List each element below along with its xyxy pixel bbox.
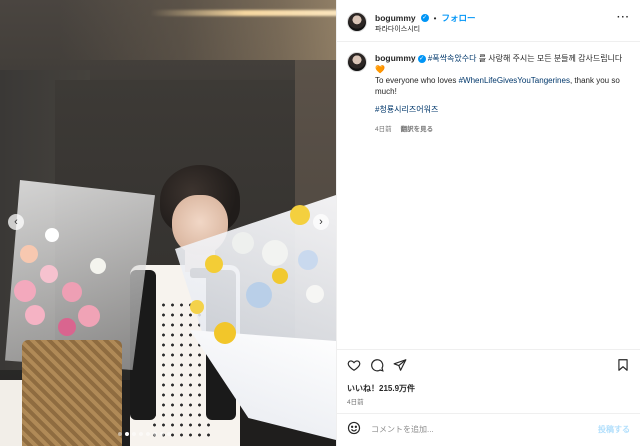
- flower-white: [90, 258, 106, 274]
- flower-yellow: [290, 205, 310, 225]
- smile-icon[interactable]: [347, 421, 361, 435]
- hashtag-link[interactable]: #청룡시리즈어워즈: [375, 105, 438, 114]
- carousel-dot: [139, 432, 143, 436]
- location-link[interactable]: 파라다이스시티: [375, 24, 420, 34]
- carousel-dot: [146, 432, 150, 436]
- flower-yellow: [272, 268, 288, 284]
- flower-pink: [40, 265, 58, 283]
- bookmark-icon[interactable]: [616, 358, 630, 372]
- chevron-right-icon[interactable]: ›: [313, 214, 329, 230]
- carousel-dot: [153, 432, 157, 436]
- carousel-dot: [160, 432, 164, 436]
- hashtag-link[interactable]: #WhenLifeGivesYouTangerines: [459, 76, 570, 85]
- post-header: bogummy ✓ • フォロー: [375, 12, 475, 24]
- flower-peach: [20, 245, 38, 263]
- carousel-dot: [125, 432, 129, 436]
- flower-white: [306, 285, 324, 303]
- hashtag-link[interactable]: #폭싹속았수다: [428, 54, 477, 63]
- caption-meta: 4日前 翻訳を見る: [375, 123, 433, 133]
- post-caption: bogummy ✓ #폭싹속았수다 를 사랑해 주시는 모든 분들께 감사드립니다…: [375, 53, 631, 115]
- heart-icon[interactable]: [347, 358, 361, 372]
- chevron-left-icon[interactable]: ‹: [8, 214, 24, 230]
- caption-age: 4日前: [375, 126, 392, 133]
- header-username[interactable]: bogummy: [375, 13, 416, 23]
- like-count[interactable]: いいね！215.9万件: [347, 383, 415, 394]
- avatar[interactable]: [347, 12, 367, 32]
- comment-input[interactable]: [371, 421, 571, 437]
- ceiling-light: [150, 10, 336, 16]
- carousel-dot: [118, 432, 122, 436]
- caption-text: To everyone who loves: [375, 76, 459, 85]
- post-timestamp[interactable]: 4日前: [347, 396, 364, 406]
- caption-line-korean: bogummy ✓ #폭싹속았수다 를 사랑해 주시는 모든 분들께 감사드립니다…: [375, 53, 631, 75]
- flower-white: [232, 232, 254, 254]
- comment-icon[interactable]: [370, 358, 384, 372]
- more-options-icon[interactable]: ···: [617, 12, 630, 23]
- flower-pink: [14, 280, 36, 302]
- carousel-indicator: [118, 432, 171, 438]
- flower-yellow: [190, 300, 204, 314]
- caption-line-hashtag: #청룡시리즈어워즈: [375, 104, 631, 115]
- divider: [337, 41, 640, 42]
- see-translation-link[interactable]: 翻訳を見る: [401, 123, 434, 133]
- verified-badge-icon: ✓: [420, 14, 429, 22]
- instagram-post-modal: ‹ › bogummy ✓ • フォロー 파라다이스시티 ··· bogummy…: [0, 0, 640, 446]
- flower-blue: [246, 282, 272, 308]
- follow-button[interactable]: フォロー: [441, 12, 475, 24]
- flower-magenta: [58, 318, 76, 336]
- verified-badge-icon: ✓: [417, 54, 426, 63]
- wicker-basket: [22, 340, 122, 446]
- flower-pink: [25, 305, 45, 325]
- carousel-dot: [132, 432, 136, 436]
- flower-yellow: [214, 322, 236, 344]
- divider: [337, 349, 640, 350]
- flower-pink: [78, 305, 100, 327]
- divider: [337, 413, 640, 414]
- separator-dot: •: [433, 13, 437, 23]
- action-bar: [347, 358, 407, 372]
- flower-blue: [298, 250, 318, 270]
- ceiling: [60, 0, 336, 60]
- share-icon[interactable]: [393, 358, 407, 372]
- flower-white: [45, 228, 59, 242]
- post-side-panel: bogummy ✓ • フォロー 파라다이스시티 ··· bogummy ✓ #폭…: [336, 0, 640, 446]
- flower-white: [262, 240, 288, 266]
- flower-yellow: [205, 255, 223, 273]
- flower-pink: [62, 282, 82, 302]
- carousel-dot: [167, 432, 171, 436]
- caption-line-english: To everyone who loves #WhenLifeGivesYouT…: [375, 75, 631, 97]
- caption-username[interactable]: bogummy: [375, 53, 416, 63]
- post-photo[interactable]: ‹ ›: [0, 0, 336, 446]
- post-button[interactable]: 投稿する: [598, 424, 630, 435]
- caption-avatar[interactable]: [347, 52, 367, 72]
